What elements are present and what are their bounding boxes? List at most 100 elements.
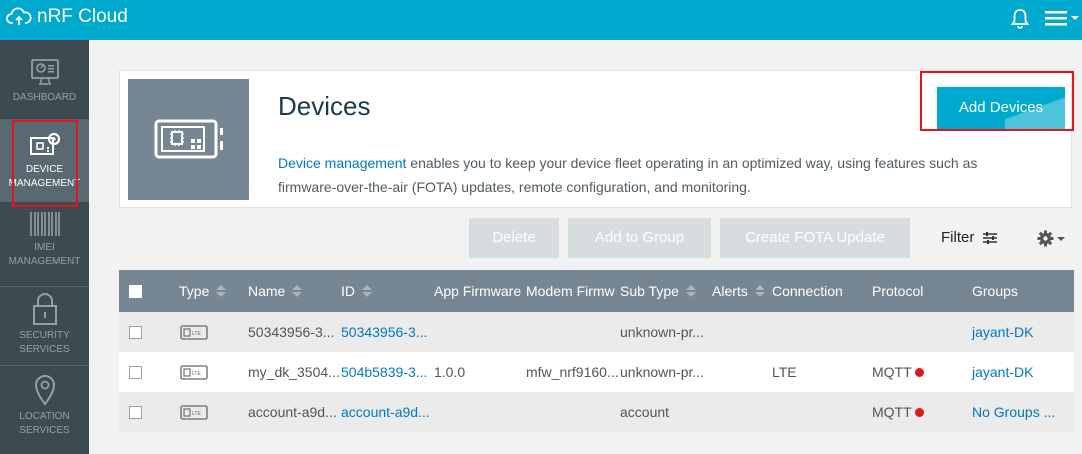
device-id-link[interactable]: account-a9d... <box>341 404 430 420</box>
sort-icon <box>754 285 765 297</box>
barcode-icon <box>29 212 60 236</box>
sub-type-cell: unknown-pr... <box>620 324 705 340</box>
divider <box>0 286 89 287</box>
delete-button[interactable]: Delete <box>469 218 559 258</box>
row-checkbox[interactable] <box>129 366 142 379</box>
protocol-label: MQTT <box>872 404 912 420</box>
svg-text:LTE: LTE <box>192 331 201 337</box>
sort-icon <box>362 285 372 297</box>
filter-label: Filter <box>941 229 975 246</box>
add-to-group-button[interactable]: Add to Group <box>568 218 711 258</box>
main-menu-button[interactable] <box>1045 10 1080 26</box>
groups-link[interactable]: jayant-DK <box>972 324 1033 340</box>
table-row[interactable]: LTE account-a9d... account-a9d... accoun… <box>119 392 1074 432</box>
protocol-cell: MQTT <box>872 364 924 380</box>
column-label: Protocol <box>872 283 924 299</box>
device-id-link[interactable]: 50343956-3... <box>341 324 427 340</box>
column-label: App Firmware <box>434 283 522 299</box>
chevron-down-icon <box>1057 236 1065 241</box>
status-dot <box>914 368 924 377</box>
column-header-protocol[interactable]: Protocol <box>872 283 923 299</box>
table-row[interactable]: LTE 50343956-3... 50343956-3... unknown-… <box>119 312 1074 352</box>
column-header-id[interactable]: ID <box>341 283 373 299</box>
sidebar-item-location-services[interactable]: LOCATION SERVICES <box>0 373 89 438</box>
status-dot <box>914 408 924 417</box>
column-header-groups[interactable]: Groups <box>972 283 1018 299</box>
svg-text:LTE: LTE <box>192 371 201 377</box>
sidebar-item-label: LOCATION SERVICES <box>19 411 70 436</box>
groups-link[interactable]: jayant-DK <box>972 364 1033 380</box>
row-checkbox[interactable] <box>129 326 142 339</box>
app-logo[interactable]: nRF Cloud <box>6 6 128 28</box>
sort-icon <box>292 285 303 297</box>
highlight-box <box>920 71 1074 131</box>
column-header-sub-type[interactable]: Sub Type <box>620 283 697 299</box>
column-header-modem-firmware[interactable]: Modem Firmw <box>526 283 620 299</box>
filter-sliders-icon <box>983 231 998 244</box>
page-description: Device management enables you to keep yo… <box>278 151 1038 199</box>
app-title: nRF Cloud <box>37 6 128 27</box>
lock-icon <box>32 293 57 325</box>
device-management-link[interactable]: Device management <box>278 155 406 171</box>
sidebar-item-imei-management[interactable]: IMEI MANAGEMENT <box>0 210 89 269</box>
column-label: Type <box>179 283 210 299</box>
sub-type-cell: account <box>620 404 670 420</box>
device-id-link[interactable]: 504b5839-3... <box>341 364 427 380</box>
row-checkbox[interactable] <box>129 406 142 419</box>
app-firmware-cell: 1.0.0 <box>434 364 466 380</box>
column-header-app-firmware[interactable]: App Firmware <box>434 283 521 299</box>
chevron-down-icon <box>1071 16 1079 20</box>
column-label: Alerts <box>712 283 748 299</box>
column-header-alerts[interactable]: Alerts <box>712 283 766 299</box>
dashboard-icon <box>30 59 59 85</box>
column-label: ID <box>341 283 355 299</box>
sidebar-item-dashboard[interactable]: DASHBOARD <box>0 58 89 105</box>
sort-icon <box>216 285 227 297</box>
location-pin-icon <box>34 375 55 406</box>
column-label: Sub Type <box>620 283 679 299</box>
device-name[interactable]: 50343956-3... <box>248 324 334 340</box>
select-all-checkbox[interactable] <box>129 285 142 298</box>
hamburger-menu-icon <box>1045 11 1067 26</box>
sidebar-item-label: IMEI MANAGEMENT <box>8 242 81 267</box>
lte-device-icon: LTE <box>180 365 208 380</box>
devices-illustration <box>128 79 249 200</box>
column-header-name[interactable]: Name <box>248 283 303 299</box>
sidebar: DASHBOARD DEVICE MANAGEMENT IMEI MANAGEM… <box>0 40 89 454</box>
sub-type-cell: unknown-pr... <box>620 364 705 380</box>
device-name[interactable]: account-a9d... <box>248 404 337 420</box>
protocol-cell: MQTT <box>872 404 924 420</box>
sidebar-item-label: DASHBOARD <box>12 92 77 103</box>
sidebar-item-label: SECURITY SERVICES <box>19 330 70 355</box>
sidebar-item-security-services[interactable]: SECURITY SERVICES <box>0 292 89 357</box>
sort-icon <box>685 285 696 297</box>
cloud-upload-icon <box>6 7 32 25</box>
bell-icon <box>1010 9 1030 29</box>
column-label: Name <box>248 283 286 299</box>
column-label: Modem Firmw <box>526 283 615 299</box>
table-row[interactable]: LTE my_dk_3504... 504b5839-3... 1.0.0 mf… <box>119 352 1074 392</box>
highlight-box <box>12 120 78 207</box>
create-fota-update-button[interactable]: Create FOTA Update <box>720 218 910 258</box>
notifications-button[interactable] <box>1010 8 1030 35</box>
devices-table: Type Name ID App Firmware Modem Firmw Su… <box>119 270 1074 436</box>
connection-cell: LTE <box>772 364 797 380</box>
divider <box>0 365 89 366</box>
page-title: Devices <box>278 91 371 121</box>
groups-link[interactable]: No Groups ... <box>972 404 1055 420</box>
column-header-type[interactable]: Type <box>179 283 227 299</box>
column-label: Connection <box>772 283 843 299</box>
modem-firmware-cell: mfw_nrf9160... <box>526 364 619 380</box>
top-bar: nRF Cloud <box>0 0 1082 40</box>
protocol-label: MQTT <box>872 364 912 380</box>
column-header-connection[interactable]: Connection <box>772 283 843 299</box>
column-label: Groups <box>972 283 1018 299</box>
gear-icon <box>1037 230 1054 247</box>
device-name[interactable]: my_dk_3504... <box>248 364 340 380</box>
table-header: Type Name ID App Firmware Modem Firmw Su… <box>119 270 1074 312</box>
svg-text:LTE: LTE <box>192 411 201 417</box>
table-settings-button[interactable] <box>1037 230 1065 247</box>
filter-button[interactable]: Filter <box>941 229 998 246</box>
lte-device-icon: LTE <box>180 325 208 340</box>
lte-device-icon: LTE <box>180 405 208 420</box>
